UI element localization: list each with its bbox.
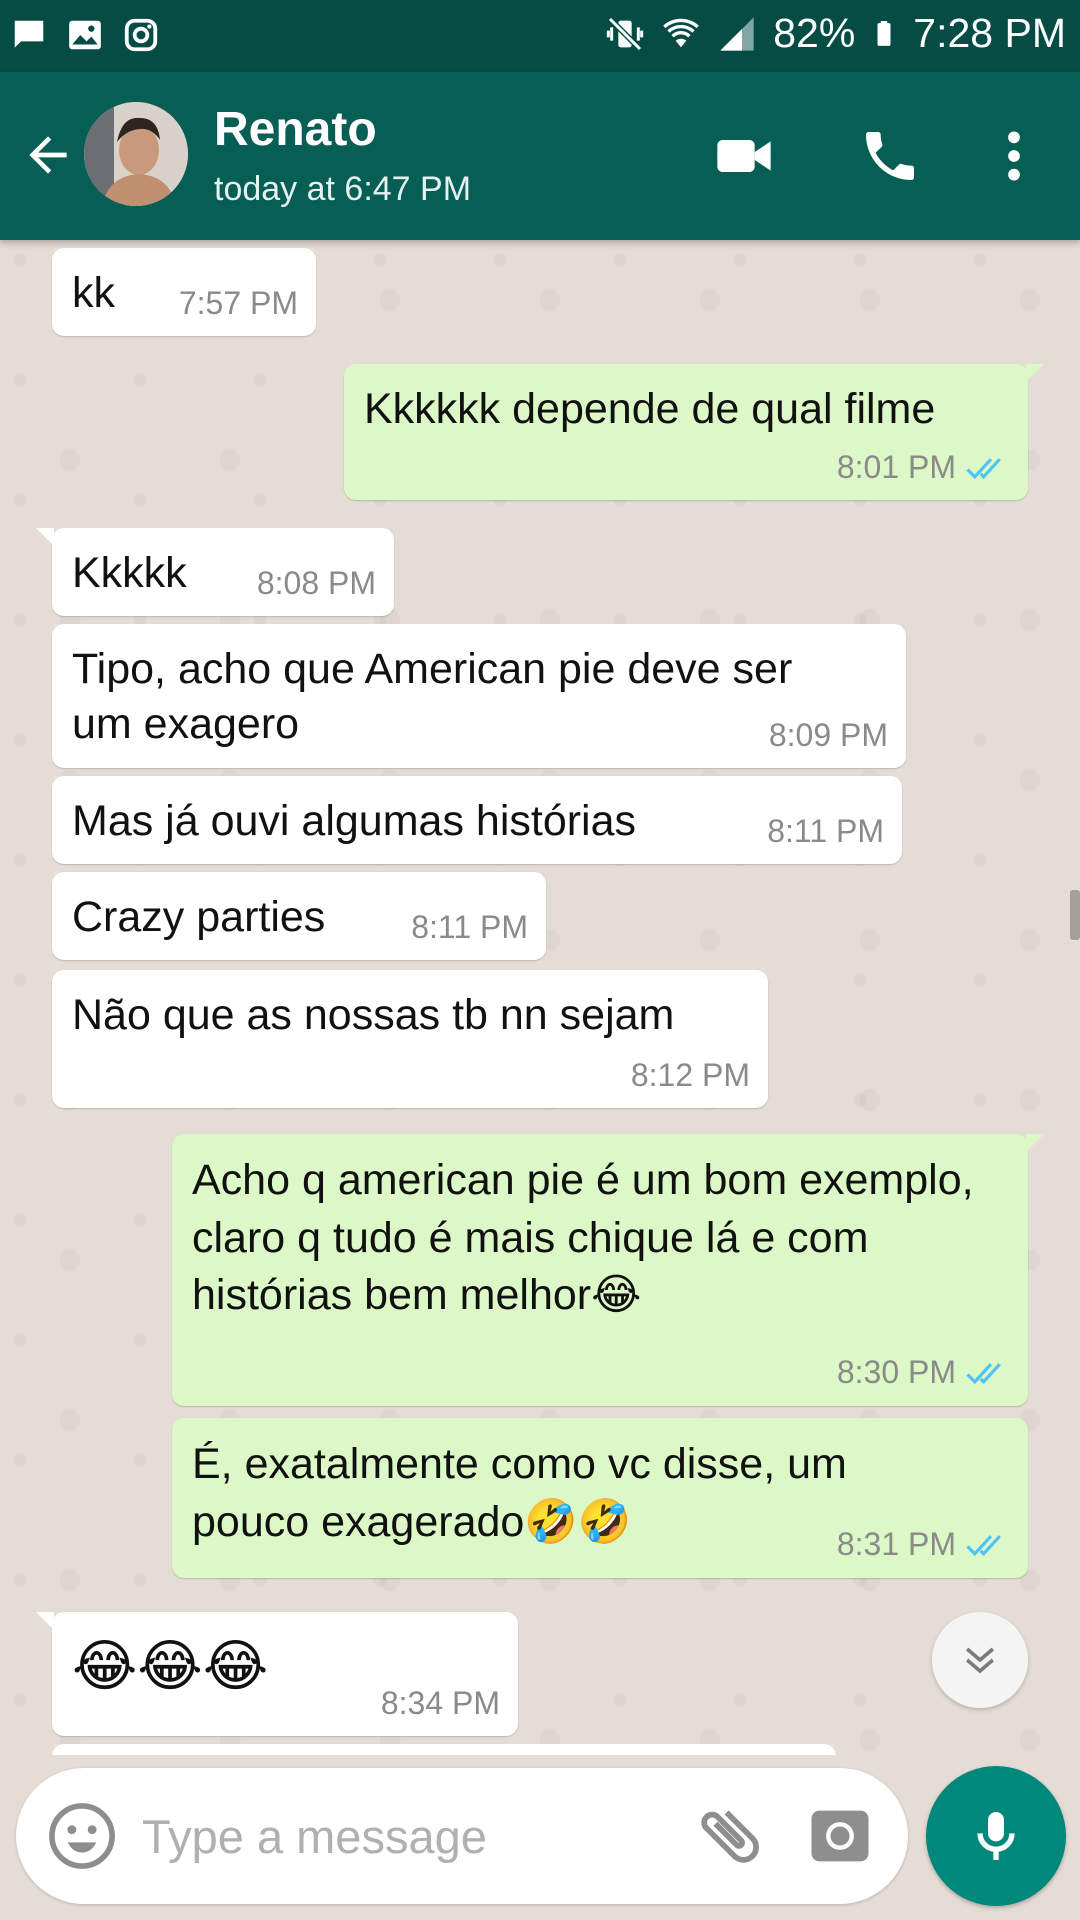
mute-vibrate-icon — [607, 16, 644, 51]
message-incoming-partial[interactable] — [52, 1744, 836, 1755]
instagram-icon — [124, 18, 158, 52]
chat-area[interactable]: kk 7:57 PM Kkkkkk depende de qual filme … — [0, 240, 1080, 1755]
bubble-tail — [36, 1612, 54, 1630]
bubble-tail — [36, 528, 54, 546]
double-chevron-down-icon — [965, 1647, 995, 1674]
message-incoming[interactable]: Kkkkk 8:08 PM — [36, 528, 394, 616]
avatar-image — [84, 102, 188, 206]
message-text: Kkkkkk depende de qual filme — [364, 385, 936, 433]
attach-icon[interactable] — [692, 1798, 768, 1874]
scroll-to-bottom-button[interactable] — [932, 1612, 1028, 1708]
message-text: Tipo, acho que American pie deve ser um … — [72, 645, 793, 749]
bubble-tail — [1026, 364, 1044, 382]
message-text: Não que as nossas tb nn sejam — [72, 991, 675, 1039]
double-check-icon — [966, 1362, 1001, 1384]
message-body: É, exatalmente como vc disse, um pouco e… — [192, 1440, 847, 1546]
last-seen: today at 6:47 PM — [214, 170, 472, 208]
back-arrow-icon[interactable] — [20, 127, 76, 183]
video-call-icon[interactable] — [712, 124, 776, 188]
more-vert-icon[interactable] — [982, 124, 1046, 188]
message-icon — [14, 20, 44, 48]
scrollbar-thumb[interactable] — [1070, 890, 1080, 940]
message-incoming[interactable]: kk 7:57 PM — [52, 248, 316, 336]
message-time: 8:12 PM — [630, 1057, 750, 1094]
phone-icon[interactable] — [858, 124, 922, 188]
message-body: Acho q american pie é um bom exemplo, cl… — [192, 1156, 974, 1320]
message-time: 8:30 PM — [836, 1354, 956, 1391]
emoji-rolling-laughing: 🤣🤣 — [524, 1497, 632, 1546]
chat-header: Renato today at 6:47 PM — [0, 72, 1080, 240]
battery-icon — [877, 20, 891, 46]
contact-name[interactable]: Renato — [214, 102, 377, 157]
battery-percent: 82% — [773, 10, 856, 56]
double-check-icon — [966, 1534, 1001, 1556]
image-icon — [69, 20, 101, 50]
message-incoming[interactable]: Mas já ouvi algumas histórias 8:11 PM — [52, 776, 902, 864]
message-time: 8:08 PM — [256, 565, 376, 602]
message-time: 8:11 PM — [767, 813, 884, 850]
clock: 7:28 PM — [913, 10, 1066, 56]
message-time: 8:34 PM — [380, 1685, 500, 1722]
message-time: 7:57 PM — [178, 285, 298, 322]
system-status: 82% 7:28 PM — [605, 10, 1066, 57]
message-incoming[interactable]: Crazy parties 8:11 PM — [52, 872, 546, 960]
message-time: 8:11 PM — [411, 909, 528, 946]
message-incoming[interactable]: Tipo, acho que American pie deve ser um … — [52, 624, 906, 768]
message-outgoing[interactable]: É, exatalmente como vc disse, um pouco e… — [172, 1418, 1028, 1578]
message-time: 8:01 PM — [836, 449, 956, 486]
message-text: Mas já ouvi algumas histórias — [72, 797, 637, 845]
bubble-tail — [1026, 1134, 1044, 1152]
message-outgoing[interactable]: Acho q american pie é um bom exemplo, cl… — [172, 1134, 1044, 1406]
voice-record-button[interactable] — [926, 1766, 1066, 1906]
mic-icon — [977, 1812, 1015, 1860]
message-text: Acho q american pie é um bom exemplo, cl… — [192, 1152, 1008, 1325]
message-outgoing[interactable]: Kkkkkk depende de qual filme 8:01 PM — [344, 364, 1044, 500]
signal-icon — [720, 16, 754, 51]
camera-icon[interactable] — [802, 1798, 878, 1874]
message-time: 8:31 PM — [836, 1526, 956, 1563]
message-incoming[interactable]: 😂😂😂 8:34 PM — [36, 1612, 518, 1736]
message-composer — [16, 1768, 908, 1904]
emoji-tears-of-joy: 😂 — [591, 1271, 642, 1320]
message-time: 8:09 PM — [768, 717, 888, 754]
status-bar: 82% 7:28 PM — [0, 0, 1080, 72]
message-incoming[interactable]: Não que as nossas tb nn sejam 8:12 PM — [52, 970, 768, 1108]
message-input[interactable] — [142, 1804, 662, 1868]
double-check-icon — [966, 457, 1001, 479]
emoji-icon[interactable] — [44, 1798, 120, 1874]
wifi-icon — [663, 18, 700, 47]
avatar[interactable] — [84, 102, 188, 206]
notification-icons — [10, 16, 160, 54]
